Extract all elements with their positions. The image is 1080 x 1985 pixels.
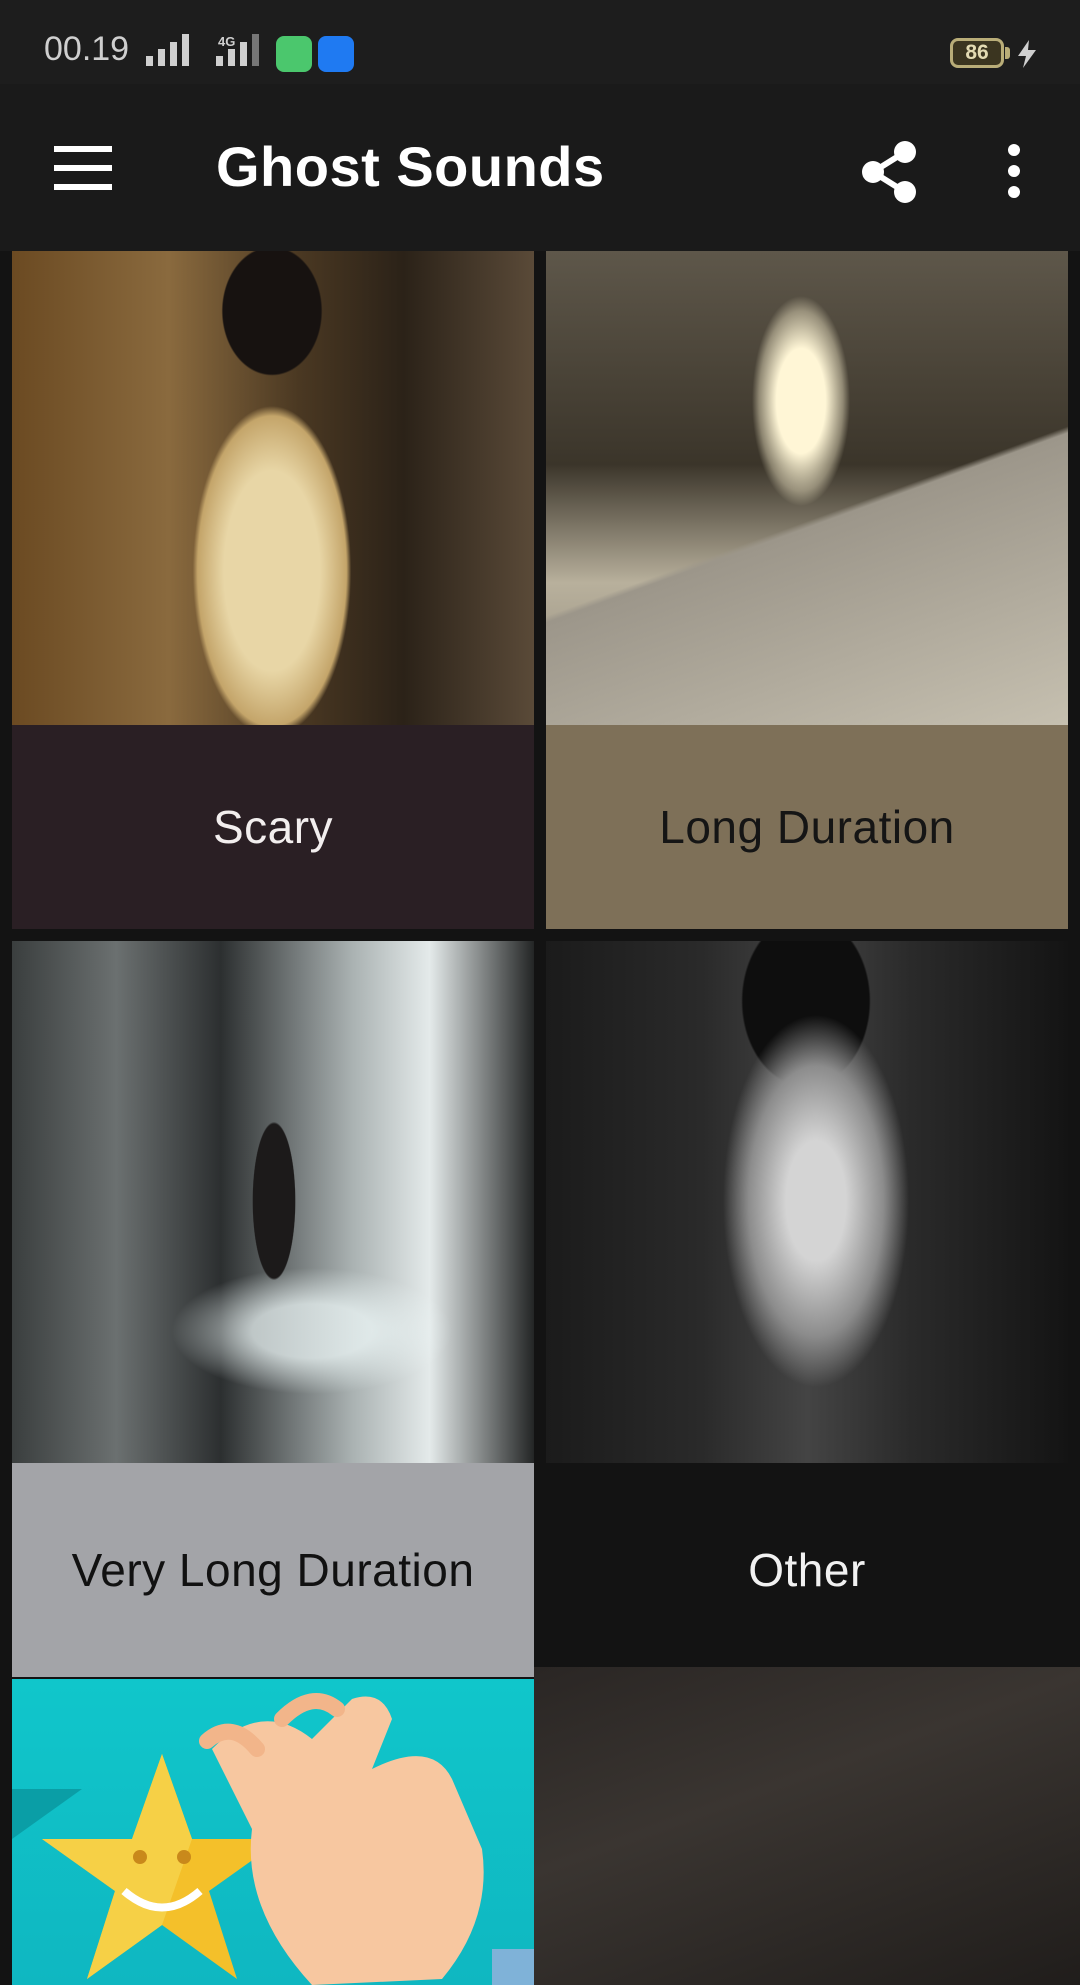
category-label: Other [546, 1463, 1068, 1677]
star-smile-icon [12, 1693, 534, 1985]
more-options-button[interactable] [976, 128, 1052, 214]
charging-icon [1018, 40, 1036, 68]
status-time: 00.19 [44, 30, 130, 68]
mobile-data-signal-icon [216, 34, 259, 66]
rate-app-card[interactable] [12, 1679, 534, 1985]
category-label: Very Long Duration [12, 1463, 534, 1677]
rate-app-star-hand-image [12, 1679, 534, 1985]
dark-corridor-image [534, 1667, 1080, 1985]
category-card-other[interactable]: Other [546, 941, 1068, 1677]
category-card-long-duration[interactable]: Long Duration [546, 251, 1068, 929]
dark-corridor-card[interactable] [534, 1667, 1080, 1985]
more-vert-icon [1008, 144, 1020, 198]
usb-notification-icon [318, 36, 354, 72]
signal-strength-icon [146, 34, 189, 66]
app-notification-icon [276, 36, 312, 72]
ghost-on-road-image [546, 251, 1068, 725]
battery-tip [1005, 47, 1010, 59]
hamburger-menu-icon [54, 146, 112, 190]
category-label: Scary [12, 725, 534, 929]
share-icon [862, 141, 916, 203]
menu-button[interactable] [36, 128, 132, 208]
app-title: Ghost Sounds [216, 135, 605, 198]
app-bar: Ghost Sounds [0, 84, 1080, 251]
battery-level: 86 [965, 41, 989, 64]
category-card-very-long-duration[interactable]: Very Long Duration [12, 941, 534, 1677]
girl-in-doorway-image [12, 941, 534, 1463]
woman-in-white-dress-ghost-image [12, 251, 534, 725]
ghost-long-hair-image [546, 941, 1068, 1463]
status-bar: 00.19 4G 86 [0, 0, 1080, 84]
category-card-scary[interactable]: Scary [12, 251, 534, 929]
category-grid: Scary Long Duration Very Long Duration O… [0, 251, 1080, 1985]
category-label: Long Duration [546, 725, 1068, 929]
share-button[interactable] [846, 128, 932, 214]
